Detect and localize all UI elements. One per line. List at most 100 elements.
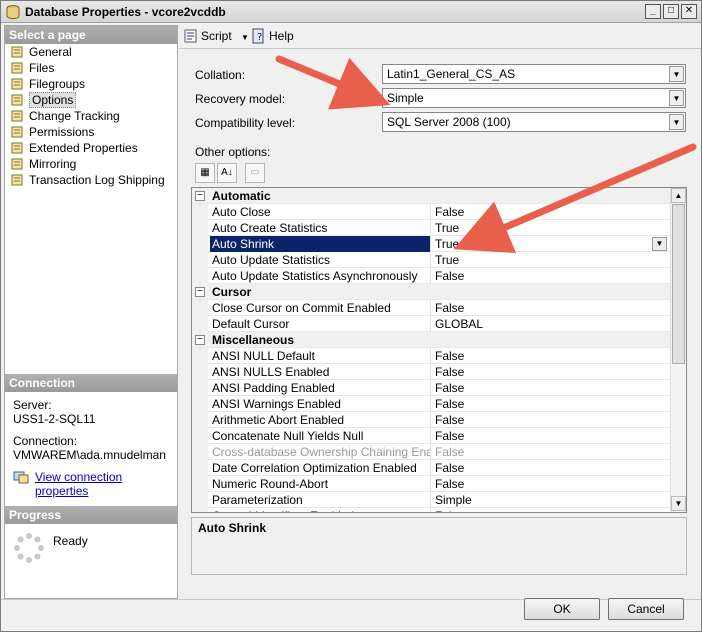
script-button[interactable]: Script ▼ [183, 28, 249, 44]
property-name[interactable]: Arithmetic Abort Enabled [210, 412, 431, 428]
row-gutter [192, 380, 208, 396]
property-value[interactable]: False [435, 300, 464, 316]
property-name[interactable]: Concatenate Null Yields Null [210, 428, 431, 444]
view-connection-link[interactable]: View connection properties [35, 470, 122, 498]
property-name[interactable]: Quoted Identifiers Enabled [210, 508, 431, 512]
property-name[interactable]: Auto Close [210, 204, 431, 220]
chevron-down-icon[interactable]: ▼ [652, 237, 667, 251]
ok-button[interactable]: OK [524, 598, 600, 620]
page-item-options[interactable]: Options [5, 92, 177, 108]
grid-scrollbar[interactable]: ▲ ▼ [670, 188, 686, 512]
property-value[interactable]: False [435, 348, 464, 364]
grid-row[interactable]: ANSI Padding Enabled False [192, 380, 670, 396]
property-value[interactable]: True [435, 220, 459, 236]
property-name[interactable]: Default Cursor [210, 316, 431, 332]
grid-row[interactable]: Auto Close False [192, 204, 670, 220]
page-item-extended-properties[interactable]: Extended Properties [5, 140, 177, 156]
scroll-up-icon[interactable]: ▲ [671, 188, 686, 203]
property-value[interactable]: False [435, 380, 464, 396]
cancel-button[interactable]: Cancel [608, 598, 684, 620]
property-pages-icon[interactable]: ▭ [245, 163, 265, 183]
property-value[interactable]: Simple [435, 492, 472, 508]
grid-row[interactable]: ANSI Warnings Enabled False [192, 396, 670, 412]
property-value[interactable]: True [435, 252, 459, 268]
alphabetical-sort-icon[interactable]: A↓ [217, 163, 237, 183]
chevron-down-icon[interactable]: ▼ [669, 114, 684, 130]
help-button[interactable]: ? Help [251, 28, 294, 44]
property-name[interactable]: Auto Update Statistics [210, 252, 431, 268]
grid-row[interactable]: Auto Update Statistics Asynchronously Fal… [192, 268, 670, 284]
property-name[interactable]: Auto Update Statistics Asynchronously [210, 268, 431, 284]
property-value[interactable]: False [435, 476, 464, 492]
property-value[interactable]: False [435, 444, 464, 460]
view-connection-properties[interactable]: View connection properties [13, 470, 177, 498]
property-name[interactable]: Auto Shrink [210, 236, 431, 252]
property-name[interactable]: Numeric Round-Abort [210, 476, 431, 492]
property-value[interactable]: False [435, 508, 464, 512]
row-gutter [192, 236, 208, 252]
page-item-filegroups[interactable]: Filegroups [5, 76, 177, 92]
property-name[interactable]: Close Cursor on Commit Enabled [210, 300, 431, 316]
grid-category-cursor[interactable]: − Cursor [192, 284, 670, 300]
compatibility-level-value: SQL Server 2008 (100) [387, 115, 511, 129]
maximize-button[interactable]: □ [663, 4, 679, 19]
page-item-files[interactable]: Files [5, 60, 177, 76]
scroll-down-icon[interactable]: ▼ [671, 496, 686, 511]
property-value[interactable]: False [435, 412, 464, 428]
grid-row[interactable]: Cross-database Ownership Chaining Enable… [192, 444, 670, 460]
category-label: Cursor [212, 285, 252, 299]
property-value[interactable]: False [435, 204, 464, 220]
grid-row[interactable]: Parameterization Simple [192, 492, 670, 508]
collapse-icon[interactable]: − [195, 191, 205, 201]
property-value[interactable]: GLOBAL [435, 316, 483, 332]
minimize-button[interactable]: _ [645, 4, 661, 19]
page-item-mirroring[interactable]: Mirroring [5, 156, 177, 172]
grid-row[interactable]: Auto Update Statistics True [192, 252, 670, 268]
grid-row[interactable]: ANSI NULL Default False [192, 348, 670, 364]
categorized-view-icon[interactable]: ▦ [195, 163, 215, 183]
grid-row[interactable]: Concatenate Null Yields Null False [192, 428, 670, 444]
collation-dropdown[interactable]: Latin1_General_CS_AS ▼ [382, 64, 686, 84]
property-value[interactable]: False [435, 460, 464, 476]
chevron-down-icon[interactable]: ▼ [669, 66, 684, 82]
property-name[interactable]: ANSI NULL Default [210, 348, 431, 364]
grid-row[interactable]: Auto Shrink True ▼ [192, 236, 670, 252]
collapse-icon[interactable]: − [195, 335, 205, 345]
property-value[interactable]: True [435, 236, 459, 252]
grid-row[interactable]: Arithmetic Abort Enabled False [192, 412, 670, 428]
property-name[interactable]: Cross-database Ownership Chaining Enable… [210, 444, 431, 460]
grid-category-miscellaneous[interactable]: − Miscellaneous [192, 332, 670, 348]
description-panel: Auto Shrink [191, 517, 687, 575]
grid-row[interactable]: Default Cursor GLOBAL [192, 316, 670, 332]
row-gutter [192, 508, 208, 512]
scroll-thumb[interactable] [672, 204, 685, 364]
property-name[interactable]: ANSI NULLS Enabled [210, 364, 431, 380]
chevron-down-icon[interactable]: ▼ [241, 33, 249, 42]
property-value[interactable]: False [435, 268, 464, 284]
property-name[interactable]: ANSI Warnings Enabled [210, 396, 431, 412]
property-name[interactable]: Date Correlation Optimization Enabled [210, 460, 431, 476]
grid-row[interactable]: Numeric Round-Abort False [192, 476, 670, 492]
property-value[interactable]: False [435, 428, 464, 444]
grid-row[interactable]: Close Cursor on Commit Enabled False [192, 300, 670, 316]
grid-row[interactable]: Date Correlation Optimization Enabled Fal… [192, 460, 670, 476]
page-item-change-tracking[interactable]: Change Tracking [5, 108, 177, 124]
grid-row[interactable]: Auto Create Statistics True [192, 220, 670, 236]
grid-row[interactable]: ANSI NULLS Enabled False [192, 364, 670, 380]
compatibility-level-dropdown[interactable]: SQL Server 2008 (100) ▼ [382, 112, 686, 132]
page-item-general[interactable]: General [5, 44, 177, 60]
property-name[interactable]: ANSI Padding Enabled [210, 380, 431, 396]
property-name[interactable]: Auto Create Statistics [210, 220, 431, 236]
page-item-label: Permissions [29, 125, 95, 139]
collapse-icon[interactable]: − [195, 287, 205, 297]
chevron-down-icon[interactable]: ▼ [669, 90, 684, 106]
property-value[interactable]: False [435, 364, 464, 380]
grid-row[interactable]: Quoted Identifiers Enabled False [192, 508, 670, 512]
recovery-model-dropdown[interactable]: Simple ▼ [382, 88, 686, 108]
grid-category-automatic[interactable]: − Automatic [192, 188, 670, 204]
property-name[interactable]: Parameterization [210, 492, 431, 508]
property-value[interactable]: False [435, 396, 464, 412]
close-button[interactable]: ✕ [681, 4, 697, 19]
page-item-permissions[interactable]: Permissions [5, 124, 177, 140]
page-item-transaction-log-shipping[interactable]: Transaction Log Shipping [5, 172, 177, 188]
